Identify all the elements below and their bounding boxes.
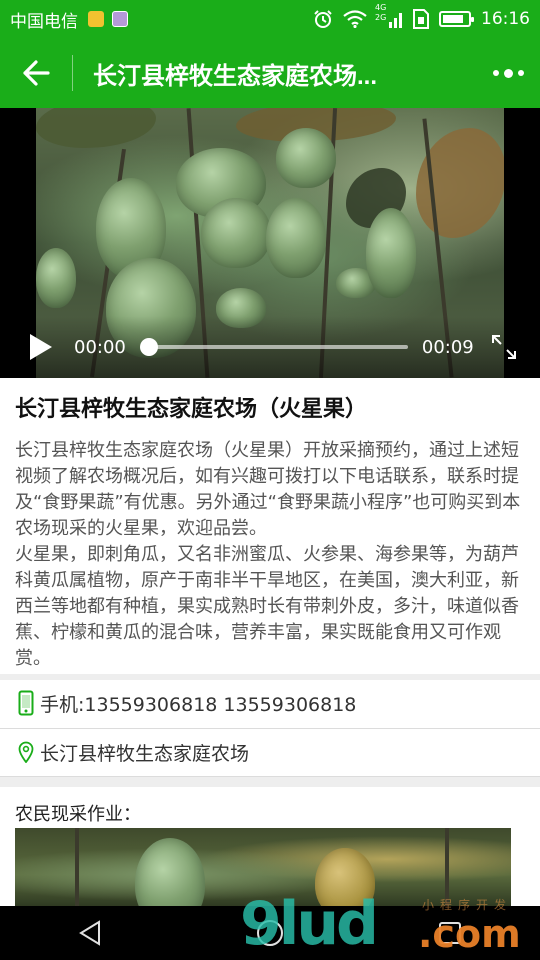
watermark-suffix: .com bbox=[418, 912, 521, 956]
back-arrow-icon bbox=[23, 60, 50, 86]
article-body: 长汀县梓牧生态家庭农场（火星果）开放采摘预约，通过上述短视频了解农场概况后，如有… bbox=[15, 438, 525, 672]
section-heading: 农民现采作业： bbox=[15, 804, 141, 825]
play-button[interactable] bbox=[28, 332, 54, 362]
page-title: 长汀县梓牧生态家庭农场... bbox=[93, 62, 378, 90]
clock: 16:16 bbox=[481, 9, 530, 29]
battery-icon bbox=[439, 11, 474, 27]
carrier-label: 中国电信 bbox=[10, 11, 78, 32]
section-divider bbox=[0, 777, 540, 787]
phone-text: 手机:13559306818 13559306818 bbox=[40, 693, 357, 716]
watermark-main: 9lud bbox=[240, 889, 379, 959]
article-paragraph: 长汀县梓牧生态家庭农场（火星果）开放采摘预约，通过上述短视频了解农场概况后，如有… bbox=[15, 440, 521, 539]
nav-back-icon bbox=[79, 920, 100, 946]
address-row[interactable]: 长汀县梓牧生态家庭农场 bbox=[0, 729, 540, 775]
phone-icon bbox=[18, 690, 38, 716]
signal-icon: 4G 2G bbox=[375, 4, 403, 28]
current-time: 00:00 bbox=[74, 336, 126, 358]
network-type-2g: 2G bbox=[375, 13, 387, 22]
more-dot-icon bbox=[503, 68, 513, 78]
more-dot-icon bbox=[517, 70, 524, 76]
alarm-icon bbox=[313, 9, 333, 29]
article: 长汀县梓牧生态家庭农场（火星果） 长汀县梓牧生态家庭农场（火星果）开放采摘预约，… bbox=[0, 378, 540, 672]
fullscreen-icon bbox=[492, 335, 516, 359]
title-divider bbox=[72, 55, 73, 91]
sim-icon bbox=[413, 9, 429, 29]
total-time: 00:09 bbox=[421, 336, 474, 358]
status-icons: 4G 2G 16:16 bbox=[313, 4, 530, 29]
progress-bar[interactable] bbox=[139, 338, 408, 356]
notification-icon bbox=[88, 11, 104, 27]
video-player[interactable]: 00:00 00:09 bbox=[0, 108, 540, 378]
more-menu-button[interactable] bbox=[476, 38, 540, 108]
gallery-notification-icon bbox=[112, 11, 128, 27]
address-text: 长汀县梓牧生态家庭农场 bbox=[40, 742, 250, 765]
article-title: 长汀县梓牧生态家庭农场（火星果） bbox=[15, 396, 368, 421]
status-bar: 中国电信 4G 2G 16:16 bbox=[0, 0, 540, 38]
more-dot-icon bbox=[492, 70, 499, 76]
back-button[interactable] bbox=[0, 38, 72, 108]
phone-row[interactable]: 手机:13559306818 13559306818 bbox=[0, 680, 540, 726]
nav-back-button[interactable] bbox=[60, 906, 120, 960]
location-pin-icon bbox=[18, 741, 38, 763]
wifi-icon bbox=[343, 10, 367, 28]
play-icon bbox=[30, 334, 52, 360]
network-type-4g: 4G bbox=[375, 3, 387, 12]
fullscreen-button[interactable] bbox=[490, 333, 518, 361]
progress-knob[interactable] bbox=[139, 338, 158, 356]
watermark-small: 小程序开发 bbox=[422, 898, 513, 912]
video-controls: 00:00 00:09 bbox=[0, 316, 540, 378]
watermark-logo: 9lud 小程序开发 .com bbox=[240, 890, 540, 958]
article-paragraph: 火星果，即刺角瓜，又名非洲蜜瓜、火参果、海参果等，为葫芦科黄瓜属植物，原产于南非… bbox=[15, 544, 519, 669]
title-bar: 长汀县梓牧生态家庭农场... bbox=[0, 38, 540, 108]
